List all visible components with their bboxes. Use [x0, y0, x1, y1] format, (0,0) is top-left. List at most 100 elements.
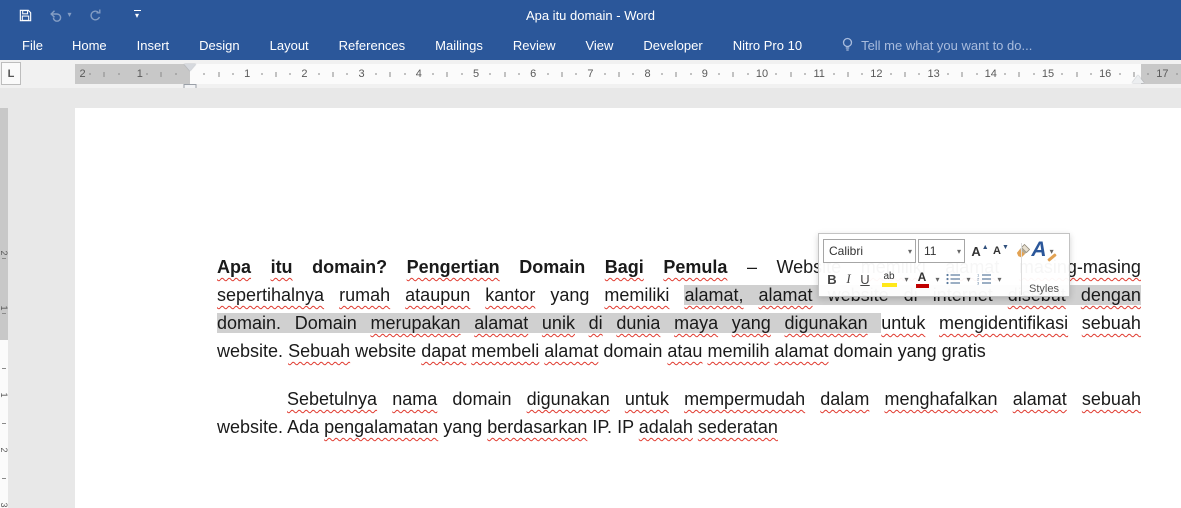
- word: sebuah: [1081, 313, 1141, 333]
- styles-button[interactable]: A ▾ Styles: [1023, 237, 1065, 297]
- font-color-dropdown[interactable]: ▾: [932, 267, 943, 291]
- ruler-number: 14: [984, 68, 997, 80]
- lightbulb-icon: [842, 37, 853, 51]
- word: website.: [217, 417, 284, 437]
- word: maya: [674, 313, 719, 333]
- word: mempermudah: [684, 389, 806, 409]
- tab-layout[interactable]: Layout: [255, 30, 324, 60]
- word: alamat: [758, 285, 813, 305]
- word: di: [588, 313, 603, 333]
- svg-text:3: 3: [977, 280, 980, 285]
- word: pengalamatan: [324, 417, 439, 437]
- bullets-dropdown[interactable]: ▾: [963, 267, 974, 291]
- word: dengan: [1080, 285, 1141, 305]
- ruler-number: 4: [415, 68, 422, 80]
- word: domain?: [312, 257, 388, 277]
- highlighter-icon: ab: [881, 271, 897, 287]
- tab-references[interactable]: References: [324, 30, 420, 60]
- word: digunakan: [526, 389, 610, 409]
- window-title: Apa itu domain - Word: [525, 7, 656, 23]
- tab-insert[interactable]: Insert: [122, 30, 185, 60]
- shrink-font-button[interactable]: A ▼: [991, 239, 1011, 263]
- ruler-number: 9: [701, 68, 708, 80]
- ruler-number: 7: [587, 68, 594, 80]
- word: atau: [667, 341, 703, 361]
- paragraph: Sebetulnya nama domain digunakan untuk m…: [217, 385, 1141, 441]
- redo-icon: [80, 2, 110, 28]
- word: sebuah: [1081, 389, 1141, 409]
- underline-button[interactable]: U: [856, 267, 874, 291]
- vertical-ruler: 123421: [0, 108, 9, 508]
- word: memiliki: [604, 285, 670, 305]
- bullets-button[interactable]: [943, 267, 963, 291]
- word: alamat: [544, 341, 599, 361]
- numbering-button[interactable]: 1 2 3: [974, 267, 994, 291]
- tab-mailings[interactable]: Mailings: [420, 30, 498, 60]
- highlight-color-button[interactable]: ab: [877, 267, 901, 291]
- ruler-number: 16: [1099, 68, 1112, 80]
- italic-button[interactable]: I: [841, 267, 856, 291]
- first-line-indent-marker[interactable]: [184, 64, 196, 71]
- word: yang: [550, 285, 590, 305]
- ruler-number: 2: [79, 68, 86, 80]
- styles-label: Styles: [1029, 283, 1059, 295]
- word: ataupun: [405, 285, 471, 305]
- save-icon[interactable]: [10, 2, 40, 28]
- ruler-number: 2: [301, 68, 308, 80]
- ruler-number: 1: [136, 68, 143, 80]
- word: alamat: [1012, 389, 1067, 409]
- font-size-value: 11: [924, 244, 937, 258]
- ruler-number: 1: [244, 68, 251, 80]
- tab-home[interactable]: Home: [57, 30, 122, 60]
- text-line: domain. Domain merupakan alamat unik di …: [217, 309, 1141, 337]
- bold-button[interactable]: B: [823, 267, 841, 291]
- word: domain: [603, 341, 663, 361]
- horizontal-ruler: 1 2 3 4 5 6 7 8 9 10 11 12 13 14 15 16 17 2 1: [0, 64, 1181, 93]
- tab-nitro-pro-10[interactable]: Nitro Pro 10: [718, 30, 817, 60]
- numbering-dropdown[interactable]: ▾: [994, 267, 1005, 291]
- text-line: website. Sebuah website dapat membeli al…: [217, 337, 1141, 365]
- grow-font-button[interactable]: A ▲: [969, 239, 991, 263]
- mini-format-toolbar: Calibri ▾ 11 ▾ A ▲ A ▼ B I U ab ▾ A ▾ ▾ …: [818, 233, 1070, 297]
- customize-quick-access-icon[interactable]: ▾: [122, 2, 152, 28]
- word: sederatan: [697, 417, 778, 437]
- tab-design[interactable]: Design: [184, 30, 254, 60]
- chevron-down-icon[interactable]: ▾: [954, 247, 964, 256]
- right-indent-marker[interactable]: [1132, 75, 1144, 83]
- font-color-button[interactable]: A: [912, 267, 932, 291]
- ribbon-tab-bar: File Home Insert Design Layout References Mail…: [0, 30, 1181, 60]
- word: menghafalkan: [884, 389, 998, 409]
- highlight-color-dropdown[interactable]: ▾: [901, 267, 912, 291]
- word: rumah: [339, 285, 391, 305]
- styles-icon: A: [1031, 239, 1057, 262]
- tab-file[interactable]: File: [8, 30, 57, 60]
- word: domain: [833, 341, 893, 361]
- ruler-number: 17: [1156, 68, 1169, 80]
- chevron-down-icon[interactable]: ▾: [905, 247, 915, 256]
- page[interactable]: Apa itu domain? Pengertian Domain Bagi P…: [75, 108, 1181, 508]
- tab-view[interactable]: View: [570, 30, 628, 60]
- word: website.: [217, 341, 284, 361]
- tell-me-box[interactable]: Tell me what you want to do...: [841, 37, 1032, 53]
- tell-me-label: Tell me what you want to do...: [861, 37, 1033, 53]
- bullet-list-icon: [945, 273, 960, 285]
- word: itu: [270, 257, 293, 277]
- word: untuk: [624, 389, 669, 409]
- word: website: [355, 341, 417, 361]
- word: IP: [617, 417, 634, 437]
- ruler-number: 3: [358, 68, 365, 80]
- word: unik: [541, 313, 575, 333]
- word: domain.: [217, 313, 282, 333]
- word: digunakan: [784, 313, 868, 333]
- quick-access-toolbar: ▾ ▾: [10, 0, 152, 30]
- tab-review[interactable]: Review: [498, 30, 571, 60]
- font-size-combobox[interactable]: 11 ▾: [918, 239, 965, 263]
- font-name-combobox[interactable]: Calibri ▾: [823, 239, 916, 263]
- document-canvas: 123421 Apa itu domain? Pengertian Domain…: [0, 88, 1181, 508]
- word: mengidentifikasi: [939, 313, 1069, 333]
- tab-developer[interactable]: Developer: [628, 30, 717, 60]
- ruler-number: 12: [870, 68, 883, 80]
- word: Sebuah: [288, 341, 351, 361]
- word: memilih: [707, 341, 770, 361]
- ruler-number: 8: [644, 68, 651, 80]
